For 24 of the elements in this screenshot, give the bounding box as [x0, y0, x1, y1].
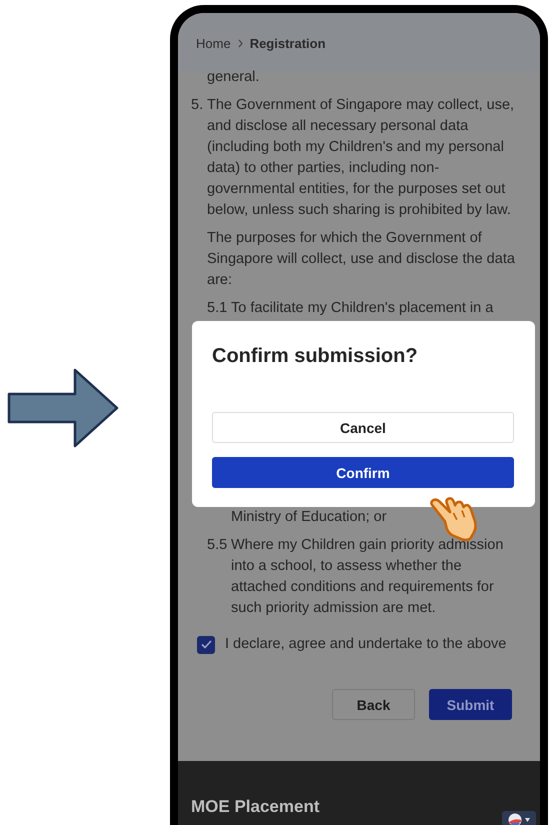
- breadcrumb-item[interactable]: Home: [196, 36, 231, 50]
- paragraph: general.: [207, 68, 260, 87]
- item-number: 5.: [191, 96, 204, 115]
- cancel-button[interactable]: Cancel: [212, 412, 514, 443]
- chevron-icon: [236, 38, 244, 48]
- checkbox[interactable]: [197, 636, 215, 654]
- checkbox-label: I declare, agree and undertake to the above: [225, 635, 506, 654]
- dialog-title: Confirm submission?: [212, 345, 419, 368]
- item-number: 5.1: [207, 299, 228, 318]
- paragraph: To facilitate my Children's placement in a: [231, 299, 494, 318]
- paragraph: The purposes for which the Government of Singapore will collect, use and disclose the data are:: [207, 229, 516, 290]
- check-icon: [200, 640, 212, 649]
- item-number: 5.5: [207, 536, 228, 555]
- caret-icon: [525, 818, 530, 822]
- globe-icon: [508, 813, 522, 825]
- paragraph: Ministry of Education; or: [231, 508, 388, 527]
- confirm-button[interactable]: Confirm: [212, 457, 514, 488]
- paragraph: Where my Children gain priority admission into a school, to assess whether the attached conditions and requirements for such priority admission are met.: [231, 536, 504, 618]
- arrow-icon: [7, 368, 119, 448]
- breadcrumb-item: Registration: [250, 36, 326, 50]
- paragraph: The Government of Singapore may collect, use, and disclose all necessary personal data (including both my Children's and my personal data) to other parties, including non-governmental entities, for the purposes set out below, unless such sharing is prohibited by law.: [207, 96, 516, 220]
- footer-title: MOE Placement: [191, 797, 320, 817]
- back-button[interactable]: Back: [332, 689, 415, 720]
- submit-button[interactable]: Submit: [429, 689, 512, 720]
